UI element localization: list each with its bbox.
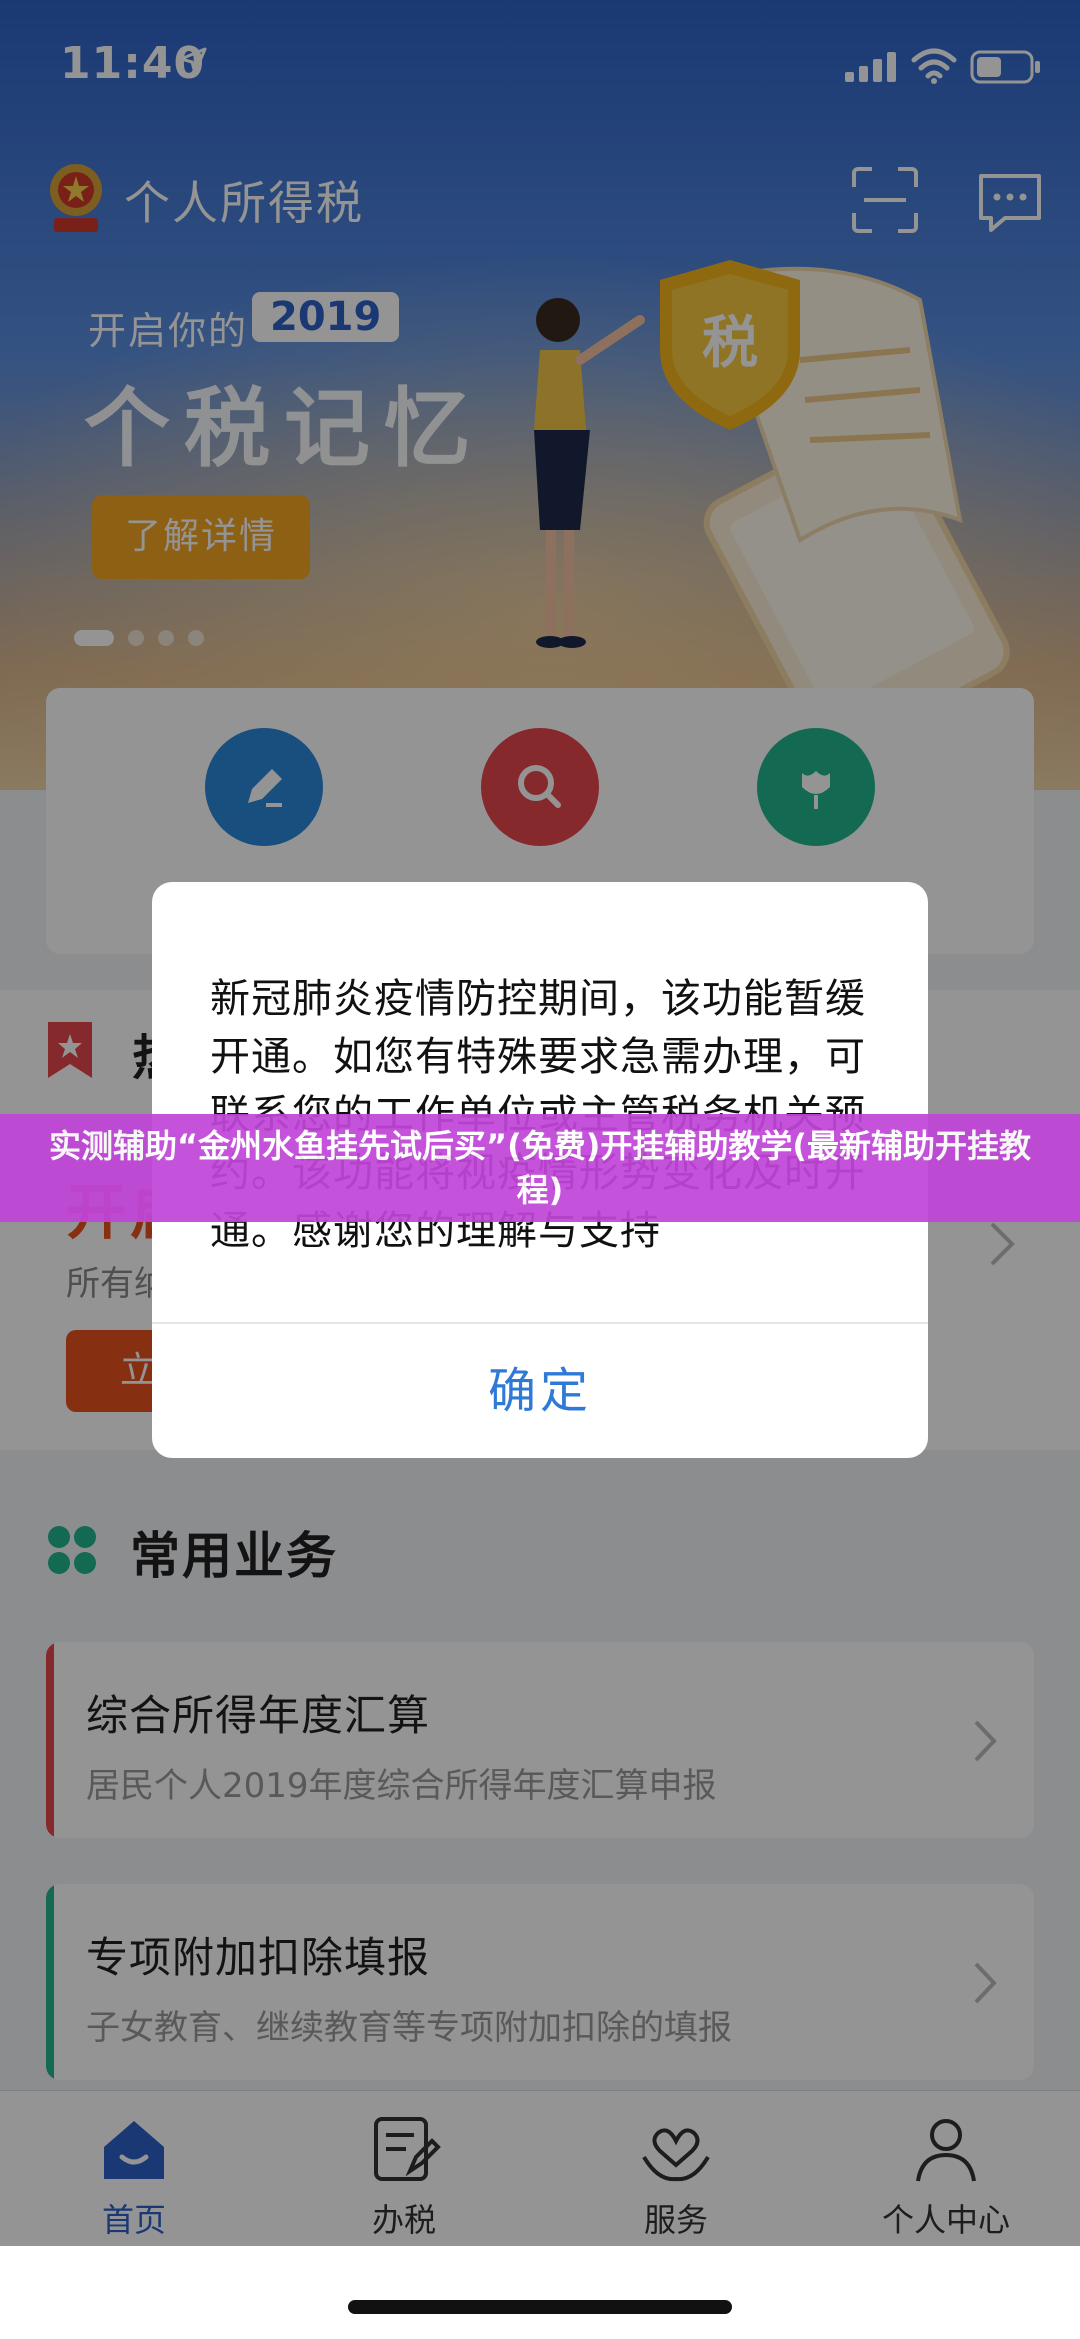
home-indicator-area — [0, 2246, 1080, 2339]
overlay-ad-banner: 实测辅助“金州水鱼挂先试后买”(免费)开挂辅助教学(最新辅助开挂教程) — [0, 1114, 1080, 1222]
home-indicator[interactable] — [348, 2300, 732, 2314]
confirm-button[interactable]: 确定 — [152, 1324, 928, 1458]
